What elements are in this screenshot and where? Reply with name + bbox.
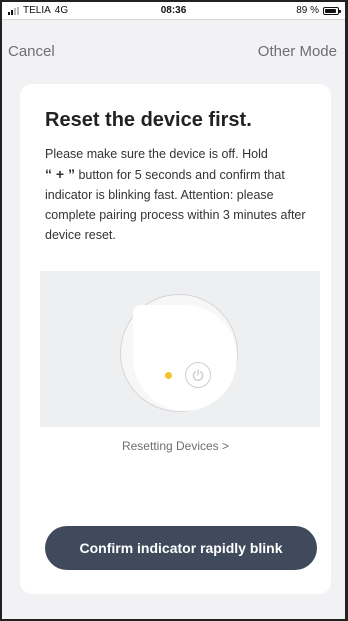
- signal-icon: [8, 6, 19, 15]
- device-outline: [120, 294, 238, 412]
- device-face: [133, 305, 237, 411]
- battery-percent: 89 %: [296, 5, 319, 16]
- desc-text-after: button for 5 seconds and confirm that in…: [45, 168, 306, 242]
- status-bar-right: 89 %: [296, 5, 341, 16]
- app-screen: TELIA 4G 08:36 89 % Cancel Other Mode Re…: [0, 0, 348, 621]
- card-description: Please make sure the device is off. Hold…: [45, 144, 313, 245]
- desc-text-before: Please make sure the device is off. Hold: [45, 147, 268, 161]
- power-icon: [185, 362, 211, 388]
- status-bar: TELIA 4G 08:36 89 %: [2, 2, 345, 20]
- resetting-devices-link[interactable]: Resetting Devices >: [20, 439, 331, 453]
- cancel-button[interactable]: Cancel: [8, 43, 55, 60]
- other-mode-button[interactable]: Other Mode: [258, 43, 337, 60]
- carrier-name: TELIA: [23, 5, 51, 16]
- card-title: Reset the device first.: [45, 109, 252, 131]
- plus-key-symbol: “ + ”: [45, 166, 75, 182]
- nav-bar: Cancel Other Mode: [2, 38, 345, 64]
- confirm-blink-button[interactable]: Confirm indicator rapidly blink: [45, 526, 317, 570]
- network-type: 4G: [54, 5, 69, 16]
- reset-instructions-card: Reset the device first. Please make sure…: [20, 84, 331, 594]
- led-indicator-icon: [165, 372, 172, 379]
- battery-icon: [323, 6, 341, 15]
- device-illustration: [40, 271, 320, 427]
- status-bar-left: TELIA 4G: [8, 5, 68, 16]
